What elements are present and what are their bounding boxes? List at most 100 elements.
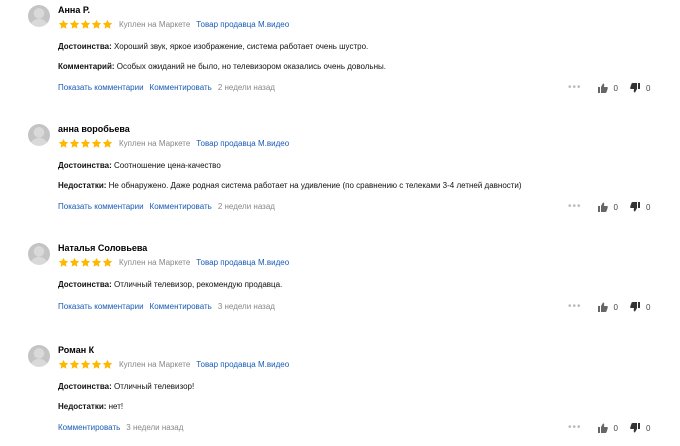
star-icon <box>91 359 102 369</box>
review-footer: Показать комментарии Комментировать 2 не… <box>58 202 275 211</box>
review-footer: Показать комментарии Комментировать 3 не… <box>58 302 275 311</box>
bought-label: Куплен на Маркете <box>119 359 191 369</box>
review-time: 3 недели назад <box>126 423 184 432</box>
comment-link[interactable]: Комментировать <box>150 83 212 92</box>
pros-label: Достоинства: <box>58 161 112 170</box>
user-avatar-icon[interactable] <box>28 345 50 367</box>
review-actions: ••• 0 0 <box>568 302 650 312</box>
thumbs-down-icon[interactable] <box>630 202 640 212</box>
review-meta: Куплен на Маркете Товар продавца М.видео <box>58 358 289 370</box>
user-avatar-icon[interactable] <box>28 124 50 146</box>
seller-link[interactable]: Товар продавца М.видео <box>196 139 289 148</box>
pros-label: Достоинства: <box>58 42 112 51</box>
bought-label: Куплен на Маркете <box>119 138 191 148</box>
thumbs-up-icon[interactable] <box>597 83 608 93</box>
likes-count: 0 <box>613 202 618 212</box>
cons-label: Недостатки: <box>58 181 107 190</box>
show-comments-link[interactable]: Показать комментарии <box>58 83 144 92</box>
rating-stars <box>58 257 113 268</box>
comment-link[interactable]: Комментировать <box>150 302 212 311</box>
thumbs-up-icon[interactable] <box>597 202 608 212</box>
cons-text: нет! <box>108 402 124 411</box>
review-footer: Показать комментарии Комментировать 2 не… <box>58 83 275 92</box>
rating-stars <box>58 138 113 149</box>
likes-count: 0 <box>613 302 618 312</box>
show-comments-link[interactable]: Показать комментарии <box>58 202 144 211</box>
star-icon <box>69 19 80 29</box>
star-icon <box>69 138 80 148</box>
pros-text: Отличный телевизор! <box>114 382 195 391</box>
likes-count: 0 <box>613 83 618 93</box>
seller-link[interactable]: Товар продавца М.видео <box>196 20 289 29</box>
comment-text: Особых ожиданий не было, но телевизором … <box>116 62 386 71</box>
comment-label: Комментарий: <box>58 62 115 71</box>
review-author[interactable]: Анна Р. <box>58 5 90 15</box>
bought-label: Куплен на Маркете <box>119 19 191 29</box>
star-icon <box>80 359 91 369</box>
dislikes-count: 0 <box>645 423 651 433</box>
pros-label: Достоинства: <box>58 280 112 289</box>
review-pros: Достоинства: Хороший звук, яркое изображ… <box>58 42 368 51</box>
review-time: 3 недели назад <box>217 302 275 311</box>
thumbs-down-icon[interactable] <box>630 302 640 312</box>
review-pros: Достоинства: Отличный телевизор, рекомен… <box>58 280 282 289</box>
pros-text: Хороший звук, яркое изображение, система… <box>114 42 369 51</box>
star-icon <box>58 359 69 369</box>
review-time: 2 недели назад <box>217 83 275 92</box>
review-actions: ••• 0 0 <box>568 202 650 212</box>
bought-label: Куплен на Маркете <box>119 257 191 267</box>
thumbs-up-icon[interactable] <box>597 423 608 433</box>
review-actions: ••• 0 0 <box>568 83 650 93</box>
comment-link[interactable]: Комментировать <box>58 423 120 432</box>
thumbs-down-icon[interactable] <box>630 423 640 433</box>
star-icon <box>91 19 102 29</box>
review-actions: ••• 0 0 <box>568 423 650 433</box>
more-dots-icon[interactable]: ••• <box>568 423 582 433</box>
star-icon <box>58 257 69 267</box>
pros-text: Отличный телевизор, рекомендую продавца. <box>114 280 283 289</box>
pros-text: Соотношение цена-качество <box>114 161 221 170</box>
thumbs-down-icon[interactable] <box>630 83 640 93</box>
dislikes-count: 0 <box>645 83 651 93</box>
cons-text: Не обнаружено. Даже родная система работ… <box>108 181 522 190</box>
star-icon <box>80 19 91 29</box>
review-author[interactable]: Наталья Соловьева <box>58 243 147 253</box>
review-footer: Комментировать 3 недели назад <box>58 423 183 432</box>
review-meta: Куплен на Маркете Товар продавца М.видео <box>58 137 289 149</box>
user-avatar-icon[interactable] <box>28 5 50 27</box>
rating-stars <box>58 359 113 370</box>
review-meta: Куплен на Маркете Товар продавца М.видео <box>58 18 289 30</box>
thumbs-up-icon[interactable] <box>597 302 608 312</box>
review-author[interactable]: анна воробьева <box>58 124 130 134</box>
review-time: 2 недели назад <box>217 202 275 211</box>
more-dots-icon[interactable]: ••• <box>568 202 582 212</box>
comment-link[interactable]: Комментировать <box>150 202 212 211</box>
star-icon <box>80 257 91 267</box>
more-dots-icon[interactable]: ••• <box>568 302 582 312</box>
star-icon <box>80 138 91 148</box>
review-meta: Куплен на Маркете Товар продавца М.видео <box>58 256 289 268</box>
star-icon <box>102 257 113 267</box>
rating-stars <box>58 19 113 30</box>
star-icon <box>58 138 69 148</box>
pros-label: Достоинства: <box>58 382 112 391</box>
more-dots-icon[interactable]: ••• <box>568 83 582 93</box>
likes-count: 0 <box>613 423 618 433</box>
dislikes-count: 0 <box>645 302 651 312</box>
star-icon <box>102 138 113 148</box>
star-icon <box>58 19 69 29</box>
star-icon <box>69 257 80 267</box>
seller-link[interactable]: Товар продавца М.видео <box>196 258 289 267</box>
star-icon <box>91 138 102 148</box>
star-icon <box>69 359 80 369</box>
review-author[interactable]: Роман К <box>58 345 94 355</box>
review-cons: Недостатки: нет! <box>58 402 123 411</box>
user-avatar-icon[interactable] <box>28 243 50 265</box>
review-pros: Достоинства: Отличный телевизор! <box>58 382 194 391</box>
dislikes-count: 0 <box>645 202 651 212</box>
star-icon <box>102 359 113 369</box>
review-pros: Достоинства: Соотношение цена-качество <box>58 161 221 170</box>
show-comments-link[interactable]: Показать комментарии <box>58 302 144 311</box>
review-cons: Недостатки: Не обнаружено. Даже родная с… <box>58 181 522 190</box>
seller-link[interactable]: Товар продавца М.видео <box>196 360 289 369</box>
